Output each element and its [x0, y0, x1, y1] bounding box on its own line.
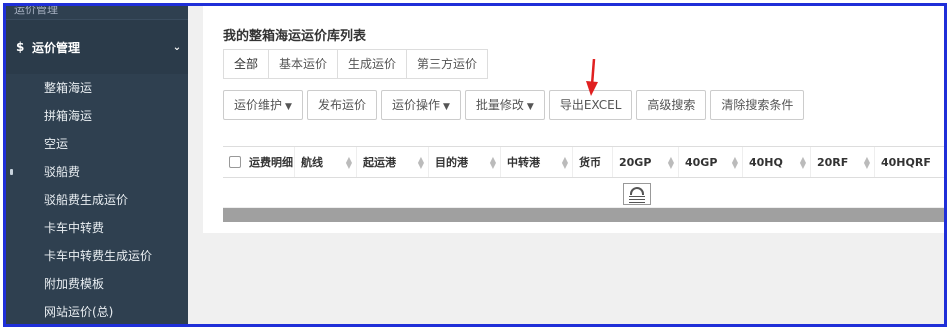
sort-icon: ▲ ▼ [489, 155, 496, 170]
sidebar-item-website-rates[interactable]: 网站运价(总) [6, 298, 188, 324]
sidebar-item-label: 网站运价(总) [44, 305, 114, 319]
column-label: 40GP [685, 155, 718, 169]
column-label: 航线 [301, 156, 323, 169]
sidebar-item-label: 驳船费 [44, 165, 81, 179]
sort-icon: ▲ ▼ [417, 155, 424, 170]
column-header-20rf[interactable]: 20RF ▲ ▼ [811, 147, 875, 177]
sort-icon: ▲ ▼ [561, 155, 568, 170]
filter-tabs: 全部 基本运价 生成运价 第三方运价 [223, 49, 489, 79]
column-header-40gp[interactable]: 40GP ▲ ▼ [679, 147, 743, 177]
sidebar-item-lcl-sea[interactable]: 拼箱海运 [6, 102, 188, 130]
column-header-destination-port[interactable]: 目的港 ▲ ▼ [429, 147, 501, 177]
batch-edit-button[interactable]: 批量修改 ▼ [464, 90, 545, 120]
column-header-40hq[interactable]: 40HQ ▲ ▼ [743, 147, 811, 177]
sidebar-item-label: 卡车中转费生成运价 [44, 249, 153, 263]
caret-down-icon: ▼ [285, 102, 292, 112]
sidebar-item-label: 驳船费生成运价 [44, 193, 129, 207]
sort-icon: ▲ ▼ [731, 155, 738, 170]
loading-icon [623, 183, 651, 205]
tab-generated-rates[interactable]: 生成运价 [338, 50, 408, 78]
sidebar-item-barge-fee[interactable]: 驳船费 [6, 158, 188, 186]
table-body [223, 178, 944, 208]
sidebar: 运价管理 $ 运价管理 ⌄ 整箱海运 拼箱海运 空运 驳船费 驳船费生成运价 卡… [6, 6, 188, 324]
column-label: 20RF [817, 155, 849, 169]
sidebar-item-label: 拼箱海运 [44, 109, 93, 123]
sidebar-item-air[interactable]: 空运 [6, 130, 188, 158]
column-header-40hqrf[interactable]: 40HQRF [875, 147, 944, 177]
horizontal-scrollbar[interactable] [223, 208, 944, 222]
main-panel: 我的整箱海运运价库列表 全部 基本运价 生成运价 第三方运价 运价维护 ▼ 发布运… [203, 6, 944, 233]
screenshot-frame: 运价管理 $ 运价管理 ⌄ 整箱海运 拼箱海运 空运 驳船费 驳船费生成运价 卡… [3, 3, 947, 327]
column-header-route[interactable]: 航线 ▲ ▼ [295, 147, 357, 177]
sidebar-cut-label: 运价管理 [14, 6, 58, 16]
select-all-checkbox[interactable] [229, 156, 241, 168]
chevron-down-icon: ⌄ [172, 41, 182, 53]
sort-icon: ▲ ▼ [863, 155, 870, 170]
button-label: 运价维护 [234, 98, 283, 112]
sort-icon: ▲ ▼ [667, 155, 674, 170]
caret-down-icon: ▼ [442, 102, 450, 112]
sidebar-item-surcharge-template[interactable]: 附加费模板 [6, 270, 188, 298]
clear-search-button[interactable]: 清除搜索条件 [710, 90, 805, 120]
sidebar-item-label: 整箱海运 [44, 81, 93, 95]
rate-maintenance-button[interactable]: 运价维护 ▼ [223, 90, 303, 120]
column-label: 40HQRF [881, 155, 931, 169]
sidebar-item-barge-fee-generate[interactable]: 驳船费生成运价 [6, 186, 188, 214]
button-label: 导出EXCEL [559, 98, 622, 112]
column-header-transit-port[interactable]: 中转港 ▲ ▼ [501, 147, 573, 177]
tab-all[interactable]: 全部 [224, 50, 270, 78]
table-header: 运费明细 航线 ▲ ▼ 起运港 ▲ ▼ 目的港 ▲ ▼ 中转港 ▲ ▼ 货币 20GP ▲ ▼ 40… [223, 146, 944, 178]
sort-icon: ▲ ▼ [799, 155, 806, 170]
sort-icon: ▲ ▼ [345, 155, 352, 170]
dollar-icon: $ [16, 40, 25, 54]
column-label: 货币 [579, 156, 601, 169]
active-indicator [10, 169, 13, 175]
toolbar: 运价维护 ▼ 发布运价 运价操作 ▼ 批量修改 ▼ 导出EXCEL 高级搜索 清除搜索… [223, 90, 805, 120]
button-label: 运价操作 [391, 98, 440, 112]
tab-third-party-rates[interactable]: 第三方运价 [407, 50, 488, 78]
column-header-origin-port[interactable]: 起运港 ▲ ▼ [357, 147, 429, 177]
column-label: 20GP [619, 155, 652, 169]
column-header-20gp[interactable]: 20GP ▲ ▼ [613, 147, 679, 177]
sidebar-item-truck-transfer-generate[interactable]: 卡车中转费生成运价 [6, 242, 188, 270]
column-header-currency[interactable]: 货币 [573, 147, 613, 177]
sidebar-item-fcl-sea[interactable]: 整箱海运 [6, 74, 188, 102]
tab-basic-rates[interactable]: 基本运价 [269, 50, 339, 78]
advanced-search-button[interactable]: 高级搜索 [636, 90, 707, 120]
sidebar-cut-item[interactable]: 运价管理 [6, 6, 188, 20]
sidebar-item-label: 空运 [44, 137, 69, 151]
rate-operations-button[interactable]: 运价操作 ▼ [380, 90, 461, 120]
sidebar-item-truck-transfer[interactable]: 卡车中转费 [6, 214, 188, 242]
column-label: 40HQ [749, 155, 783, 169]
column-header-freight-details[interactable]: 运费明细 [223, 147, 295, 177]
button-label: 清除搜索条件 [721, 98, 794, 112]
sidebar-item-label: 卡车中转费 [44, 221, 105, 235]
column-label: 目的港 [435, 156, 468, 169]
button-label: 高级搜索 [647, 98, 696, 112]
button-label: 发布运价 [317, 98, 366, 112]
column-label: 起运港 [363, 156, 396, 169]
sidebar-section-rate-management[interactable]: $ 运价管理 ⌄ [6, 20, 188, 74]
annotation-arrow-icon [586, 59, 598, 96]
sidebar-item-label: 附加费模板 [44, 277, 105, 291]
page-title: 我的整箱海运运价库列表 [223, 29, 367, 44]
column-label: 中转港 [507, 156, 540, 169]
column-label: 运费明细 [249, 156, 293, 169]
caret-down-icon: ▼ [526, 102, 534, 112]
sidebar-section-label: 运价管理 [32, 40, 81, 55]
rates-table: 运费明细 航线 ▲ ▼ 起运港 ▲ ▼ 目的港 ▲ ▼ 中转港 ▲ ▼ 货币 20GP ▲ ▼ 40… [223, 146, 944, 222]
button-label: 批量修改 [475, 98, 524, 112]
publish-rates-button[interactable]: 发布运价 [306, 90, 377, 120]
